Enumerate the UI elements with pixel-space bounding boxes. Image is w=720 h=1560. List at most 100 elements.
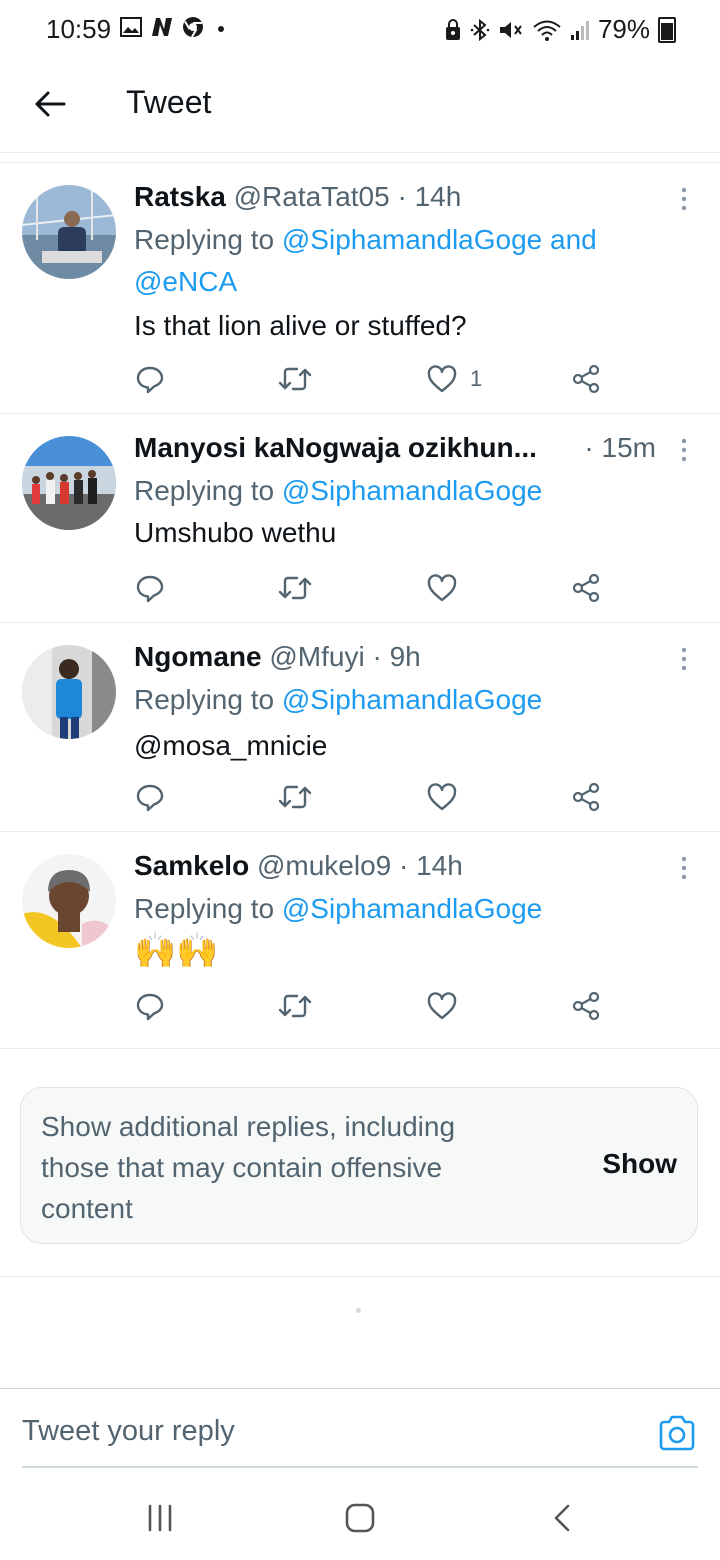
tweet-time: · 15m (584, 432, 656, 463)
avatar[interactable] (22, 185, 116, 279)
tweet-actions: 1 (134, 359, 614, 399)
mention-link[interactable]: @SiphamandlaGoge (282, 475, 542, 506)
like-button[interactable]: 1 (426, 359, 482, 399)
heart-icon (427, 574, 457, 602)
share-icon (572, 991, 600, 1021)
avatar[interactable] (22, 854, 116, 948)
tweet-text: Is that lion alive or stuffed? (134, 310, 467, 341)
mention-link[interactable]: @SiphamandlaGoge (282, 893, 542, 924)
tweet-actions (134, 777, 614, 817)
reply-input[interactable]: Tweet your reply (22, 1415, 235, 1448)
heart-icon (427, 365, 457, 393)
author-name[interactable]: Samkelo (134, 850, 249, 881)
reply-composer: Tweet your reply (0, 1388, 720, 1469)
share-button[interactable] (572, 777, 602, 817)
show-button[interactable]: Show (602, 1148, 677, 1180)
image-icon (120, 17, 142, 37)
notification-icons (120, 16, 226, 38)
reply-tweet[interactable]: Samkelo @mukelo9 · 14h Replying to @Siph… (0, 832, 720, 1049)
battery-icon (658, 16, 676, 43)
reply-tweet[interactable]: Ngomane @Mfuyi · 9h Replying to @Siphama… (0, 623, 720, 832)
retweet-icon (278, 994, 312, 1018)
heart-icon (427, 992, 457, 1020)
reply-icon (136, 366, 164, 394)
replying-to: Replying to @SiphamandlaGoge and @eNCA (134, 219, 692, 303)
share-icon (572, 364, 600, 394)
heart-icon (427, 783, 457, 811)
replying-to: Replying to @SiphamandlaGoge (134, 679, 692, 721)
share-icon (572, 573, 600, 603)
more-options-icon[interactable] (678, 185, 690, 213)
lock-icon (445, 18, 460, 40)
app-header: Tweet (0, 58, 720, 153)
tweet-time: · 14h (399, 850, 463, 881)
reply-button[interactable] (134, 777, 166, 817)
replying-prefix: Replying to (134, 475, 275, 506)
share-button[interactable] (572, 568, 602, 608)
like-button[interactable] (426, 986, 458, 1026)
arrow-left-icon[interactable] (30, 84, 70, 124)
system-icons: 79% (444, 14, 676, 45)
reply-icon (136, 784, 164, 812)
mute-icon (499, 21, 522, 38)
more-options-icon[interactable] (678, 854, 690, 882)
recent-apps-icon[interactable] (140, 1502, 180, 1534)
tweet-text[interactable]: @mosa_mnicie (134, 725, 692, 767)
like-button[interactable] (426, 777, 458, 817)
tweet-header: Manyosi kaNogwaja ozikhun... · 15m (134, 430, 692, 466)
retweet-button[interactable] (278, 568, 312, 608)
avatar[interactable] (22, 645, 116, 739)
loading-indicator (356, 1308, 361, 1313)
reply-icon (136, 993, 164, 1021)
author-handle[interactable]: @RataTat05 (234, 181, 390, 212)
n-app-icon (152, 18, 172, 36)
tweet-time: · 9h (372, 641, 421, 672)
reply-tweet[interactable]: Manyosi kaNogwaja ozikhun... · 15m Reply… (0, 414, 720, 623)
tweet-actions (134, 986, 614, 1026)
reply-button[interactable] (134, 359, 166, 399)
like-count: 1 (470, 366, 483, 391)
avatar[interactable] (22, 436, 116, 530)
replying-prefix: Replying to (134, 684, 275, 715)
more-options-icon[interactable] (678, 436, 690, 464)
reply-icon (136, 575, 164, 603)
page-title: Tweet (126, 84, 212, 120)
tweet-header: Ngomane @Mfuyi · 9h (134, 639, 692, 675)
bluetooth-icon (470, 18, 490, 41)
battery-percent: 79% (597, 14, 650, 44)
system-nav-bar (0, 1470, 720, 1560)
back-icon[interactable] (544, 1502, 584, 1534)
share-button[interactable] (572, 986, 602, 1026)
mention-link[interactable]: @SiphamandlaGoge (282, 224, 542, 255)
camera-icon[interactable] (658, 1415, 696, 1451)
replying-to: Replying to @SiphamandlaGoge (134, 888, 692, 930)
mention-link[interactable]: @eNCA (134, 266, 237, 297)
reply-tweet[interactable]: Ratska @RataTat05 · 14h Replying to @Sip… (0, 163, 720, 414)
retweet-button[interactable] (278, 359, 312, 399)
author-name[interactable]: Ngomane (134, 641, 262, 672)
signal-icon (570, 20, 589, 40)
author-name[interactable]: Ratska (134, 181, 226, 212)
mention-link[interactable]: @SiphamandlaGoge (282, 684, 542, 715)
tweet-text: 🙌🙌 (134, 932, 219, 970)
retweet-button[interactable] (278, 986, 312, 1026)
additional-replies-text: Show additional replies, including those… (41, 1111, 456, 1224)
additional-replies-card[interactable]: Show additional replies, including those… (20, 1087, 698, 1244)
divider (0, 1276, 720, 1277)
reply-button[interactable] (134, 568, 166, 608)
retweet-icon (278, 576, 312, 600)
replying-join[interactable]: and (550, 224, 597, 255)
author-handle[interactable]: @Mfuyi (269, 641, 364, 672)
status-bar: 10:59 79% (0, 0, 720, 58)
like-button[interactable] (426, 568, 458, 608)
share-button[interactable] (572, 359, 602, 399)
reply-button[interactable] (134, 986, 166, 1026)
tweet-time: · 14h (397, 181, 462, 212)
retweet-button[interactable] (278, 777, 312, 817)
tweet-header: Samkelo @mukelo9 · 14h (134, 848, 692, 884)
author-name[interactable]: Manyosi kaNogwaja ozikhun... (134, 432, 537, 463)
author-handle[interactable]: @mukelo9 (257, 850, 391, 881)
more-options-icon[interactable] (678, 645, 690, 673)
replying-prefix: Replying to (134, 224, 275, 255)
home-icon[interactable] (340, 1502, 380, 1534)
